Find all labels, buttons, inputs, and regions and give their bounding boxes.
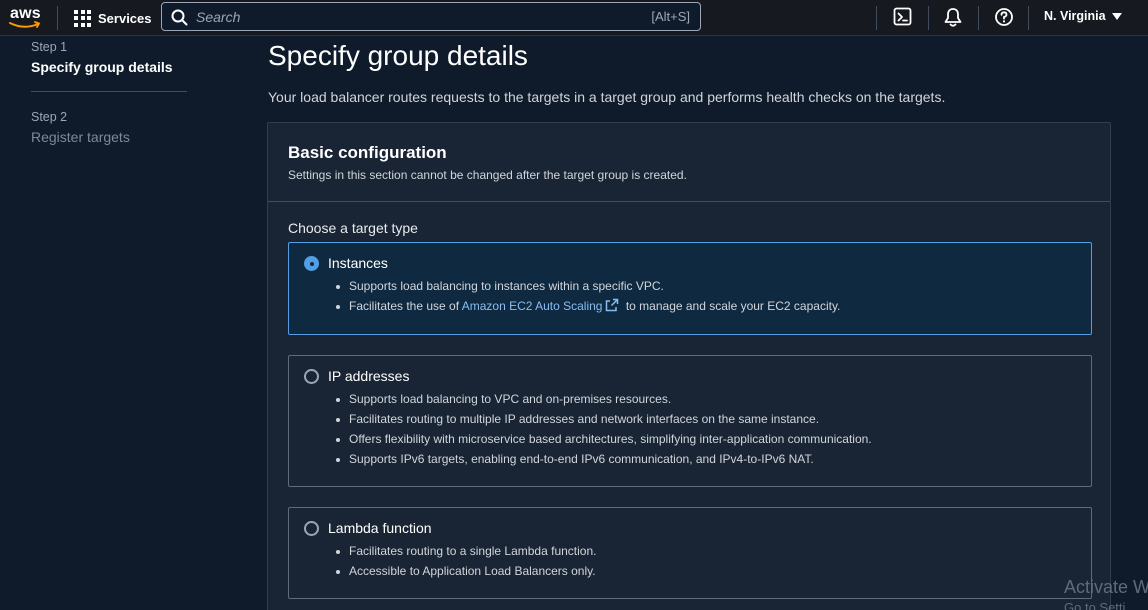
step-title-active: Specify group details xyxy=(31,59,173,75)
target-type-label: Choose a target type xyxy=(288,220,418,236)
search-icon xyxy=(171,9,188,26)
bullet-text-suffix: to manage and scale your EC2 capacity. xyxy=(625,299,841,313)
search-input[interactable] xyxy=(196,6,616,27)
list-item: Supports load balancing to VPC and on-pr… xyxy=(336,391,872,411)
caret-down-icon xyxy=(1111,12,1122,20)
ec2-auto-scaling-link[interactable]: Amazon EC2 Auto Scaling xyxy=(461,298,623,313)
services-button[interactable]: Services xyxy=(74,6,152,30)
bell-icon[interactable] xyxy=(942,6,964,28)
step-2: Step 2 Register targets xyxy=(31,110,187,145)
list-item: Facilitates the use of Amazon EC2 Auto S… xyxy=(335,298,841,318)
option-label: IP addresses xyxy=(328,368,410,384)
page-title: Specify group details xyxy=(268,40,528,71)
search-box[interactable]: [Alt+S] xyxy=(161,2,701,31)
aws-smile-icon xyxy=(9,21,41,28)
nav-divider xyxy=(1028,6,1029,30)
step-number: Step 1 xyxy=(31,40,68,54)
wizard-steps: Step 1 Specify group details Step 2 Regi… xyxy=(31,40,187,145)
nav-divider xyxy=(928,6,929,30)
cloudshell-icon[interactable] xyxy=(892,6,914,28)
step-divider xyxy=(31,91,187,92)
panel-title: Basic configuration xyxy=(288,143,447,162)
panel-header: Basic configuration Settings in this sec… xyxy=(268,123,1110,202)
region-label: N. Virginia xyxy=(1044,9,1106,23)
option-bullets: Facilitates routing to a single Lambda f… xyxy=(335,543,596,583)
nav-divider xyxy=(876,6,877,30)
top-navigation: aws Services [Alt+S] N. xyxy=(0,0,1148,36)
target-type-instances[interactable]: Instances Supports load balancing to ins… xyxy=(288,242,1092,335)
list-item: Accessible to Application Load Balancers… xyxy=(335,563,596,583)
activation-watermark-subtext: Go to Setti xyxy=(1064,600,1126,610)
option-bullets: Supports load balancing to VPC and on-pr… xyxy=(336,391,872,471)
help-icon[interactable] xyxy=(993,6,1015,28)
radio-button-selected[interactable] xyxy=(304,256,319,271)
step-1[interactable]: Step 1 Specify group details xyxy=(31,40,187,75)
search-shortcut-hint: [Alt+S] xyxy=(651,9,690,24)
services-label: Services xyxy=(98,10,152,26)
radio-button[interactable] xyxy=(304,369,319,384)
region-selector[interactable]: N. Virginia xyxy=(1044,9,1122,23)
nav-divider xyxy=(978,6,979,30)
list-item: Facilitates routing to a single Lambda f… xyxy=(335,543,596,563)
aws-logo[interactable]: aws xyxy=(9,4,43,32)
services-grid-icon xyxy=(74,9,91,27)
nav-divider xyxy=(57,6,58,30)
list-item: Supports load balancing to instances wit… xyxy=(335,278,840,298)
page-description: Your load balancer routes requests to th… xyxy=(268,89,946,105)
list-item: Offers flexibility with microservice bas… xyxy=(336,431,872,451)
external-link-icon xyxy=(606,298,619,312)
activation-watermark: Activate W xyxy=(1064,577,1148,597)
basic-configuration-panel: Basic configuration Settings in this sec… xyxy=(267,122,1111,610)
bullet-text: Facilitates the use of xyxy=(349,299,460,313)
step-title: Register targets xyxy=(31,129,130,145)
option-bullets: Supports load balancing to instances wit… xyxy=(335,278,841,318)
target-type-ip-addresses[interactable]: IP addresses Supports load balancing to … xyxy=(288,355,1092,487)
list-item: Supports IPv6 targets, enabling end-to-e… xyxy=(336,451,872,471)
list-item: Facilitates routing to multiple IP addre… xyxy=(336,411,872,431)
option-label: Instances xyxy=(328,255,388,271)
radio-button[interactable] xyxy=(304,521,319,536)
link-text: Amazon EC2 Auto Scaling xyxy=(461,299,603,313)
option-label: Lambda function xyxy=(328,520,432,536)
panel-description: Settings in this section cannot be chang… xyxy=(288,168,687,182)
step-number: Step 2 xyxy=(31,110,68,124)
target-type-lambda-function[interactable]: Lambda function Facilitates routing to a… xyxy=(288,507,1092,599)
